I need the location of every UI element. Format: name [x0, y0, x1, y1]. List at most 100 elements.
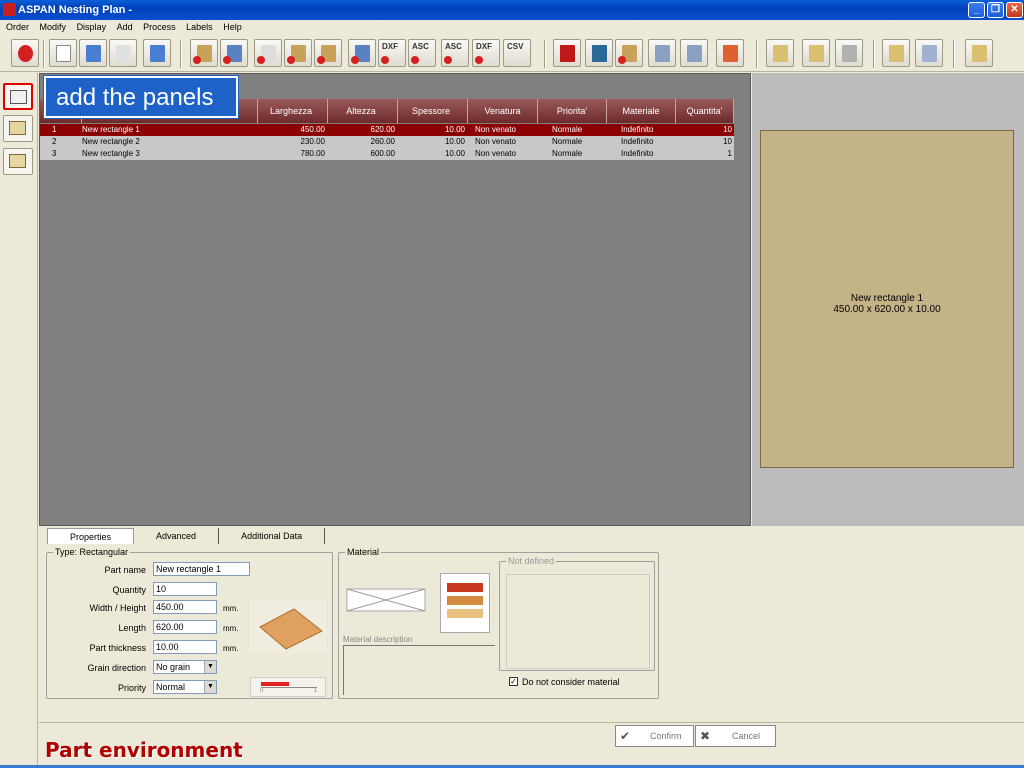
import-csv-button[interactable]: CSV — [503, 39, 531, 67]
col-header-width[interactable]: Larghezza — [258, 99, 328, 123]
row-quantity: 10 — [723, 137, 732, 146]
menu-display[interactable]: Display — [75, 22, 109, 32]
parts-environment-button[interactable] — [3, 83, 33, 110]
menu-modify[interactable]: Modify — [38, 22, 69, 32]
left-sidebar — [0, 73, 38, 768]
delete-panel-button[interactable] — [615, 39, 643, 67]
row-priority: Normale — [552, 137, 583, 146]
import-asc2-button[interactable]: ASC — [441, 39, 469, 67]
ignore-material-label: Do not consider material — [522, 677, 620, 687]
help-button[interactable] — [965, 39, 993, 67]
col-header-priority[interactable]: Priorita' — [538, 99, 607, 123]
preview-panel: New rectangle 1 450.00 x 620.00 x 10.00 — [752, 73, 1024, 526]
cancel-icon: ✖ — [700, 729, 711, 743]
chevron-down-icon: ▼ — [204, 681, 216, 693]
open-order-button[interactable] — [79, 39, 107, 67]
menu-order[interactable]: Order — [4, 22, 31, 32]
machine-button[interactable] — [835, 39, 863, 67]
grain-value: No grain — [156, 662, 191, 672]
minimize-button[interactable]: _ — [968, 2, 985, 18]
width-label: Width / Height — [89, 603, 146, 613]
material-description-label: Material description — [343, 635, 413, 644]
material-library-button[interactable] — [440, 573, 490, 633]
row-height: 600.00 — [370, 149, 395, 158]
import-dxf-button[interactable]: DXF — [378, 39, 406, 67]
ignore-material-checkbox[interactable]: ✓ — [509, 677, 518, 686]
menu-help[interactable]: Help — [221, 22, 244, 32]
scale-min: 0 — [260, 688, 264, 694]
menu-add[interactable]: Add — [115, 22, 135, 32]
length-input[interactable]: 620.00 — [153, 620, 217, 634]
calendar-button[interactable] — [585, 39, 613, 67]
tab-properties[interactable]: Properties — [47, 528, 135, 544]
priority-select[interactable]: Normal ▼ — [153, 680, 217, 694]
new-order-button[interactable] — [49, 39, 77, 67]
import-dxf2-button[interactable]: DXF — [472, 39, 500, 67]
parts-icon — [10, 90, 27, 104]
print-labels-button[interactable] — [680, 39, 708, 67]
report-icon — [922, 45, 937, 62]
material-group-label: Material — [345, 547, 382, 557]
material-placeholder-icon — [346, 588, 426, 612]
part-name-input[interactable]: New rectangle 1 — [153, 562, 250, 576]
help-icon — [972, 45, 987, 62]
save-order-button[interactable] — [109, 39, 137, 67]
add-panels-button[interactable] — [314, 39, 342, 67]
report-button[interactable] — [915, 39, 943, 67]
print-button[interactable] — [648, 39, 676, 67]
priority-label: Priority — [117, 683, 146, 693]
confirm-button[interactable]: ✔ Confirm — [615, 725, 694, 747]
add-part-button[interactable] — [190, 39, 218, 67]
width-input[interactable]: 450.00 — [153, 600, 217, 614]
add-curve-button[interactable] — [254, 39, 282, 67]
nesting-environment-button[interactable] — [3, 148, 33, 175]
eraser-button[interactable] — [716, 39, 744, 67]
row-quantity: 10 — [723, 125, 732, 134]
type-group-label: Type: Rectangular — [53, 547, 131, 557]
col-header-height[interactable]: Altezza — [328, 99, 398, 123]
row-height: 620.00 — [370, 125, 395, 134]
material-description-field[interactable] — [343, 645, 495, 695]
menu-process[interactable]: Process — [141, 22, 178, 32]
sheets-environment-button[interactable] — [3, 115, 33, 142]
scale-max: 1 — [314, 688, 318, 694]
add-panel-button[interactable] — [284, 39, 312, 67]
cancel-button[interactable]: ✖ Cancel — [695, 725, 776, 747]
clipboard-button[interactable] — [882, 39, 910, 67]
col-header-material[interactable]: Materiale — [607, 99, 676, 123]
col-header-grain[interactable]: Venatura — [468, 99, 538, 123]
tab-bar: Properties Advanced Additional Data — [47, 528, 326, 544]
col-header-quantity[interactable]: Quantita' — [676, 99, 734, 123]
row-quantity: 1 — [727, 149, 732, 158]
table-row[interactable]: 2 New rectangle 2 230.00 260.00 10.00 No… — [40, 136, 734, 148]
thickness-input[interactable]: 10.00 — [153, 640, 217, 654]
tab-additional-data[interactable]: Additional Data — [219, 528, 326, 544]
row-width: 780.00 — [300, 149, 325, 158]
table-row[interactable]: 3 New rectangle 3 780.00 600.00 10.00 No… — [40, 148, 734, 160]
add-shape-button[interactable] — [220, 39, 248, 67]
col-header-thickness[interactable]: Spessore — [398, 99, 468, 123]
gear-icon — [842, 45, 857, 62]
tab-advanced[interactable]: Advanced — [134, 528, 220, 544]
settings-icon — [809, 45, 824, 62]
edit-button[interactable] — [766, 39, 794, 67]
restore-button[interactable]: ❐ — [987, 2, 1004, 18]
section-title: Part environment — [45, 738, 243, 762]
type-group: Type: Rectangular Part name New rectangl… — [46, 547, 333, 699]
row-material: Indefinito — [621, 149, 654, 158]
length-unit: mm. — [223, 624, 239, 633]
grain-select[interactable]: No grain ▼ — [153, 660, 217, 674]
edit-icon — [773, 45, 788, 62]
quantity-label: Quantity — [112, 585, 146, 595]
sheets-icon — [9, 121, 26, 135]
table-row[interactable]: 1 New rectangle 1 450.00 620.00 10.00 No… — [40, 124, 734, 136]
power-button[interactable] — [11, 39, 39, 67]
quantity-input[interactable]: 10 — [153, 582, 217, 596]
menu-labels[interactable]: Labels — [184, 22, 215, 32]
import-m-button[interactable] — [348, 39, 376, 67]
import-asc-button[interactable]: ASC — [408, 39, 436, 67]
settings-button[interactable] — [802, 39, 830, 67]
layers-button[interactable] — [143, 39, 171, 67]
table-button[interactable] — [553, 39, 581, 67]
close-button[interactable]: ✕ — [1006, 2, 1023, 18]
